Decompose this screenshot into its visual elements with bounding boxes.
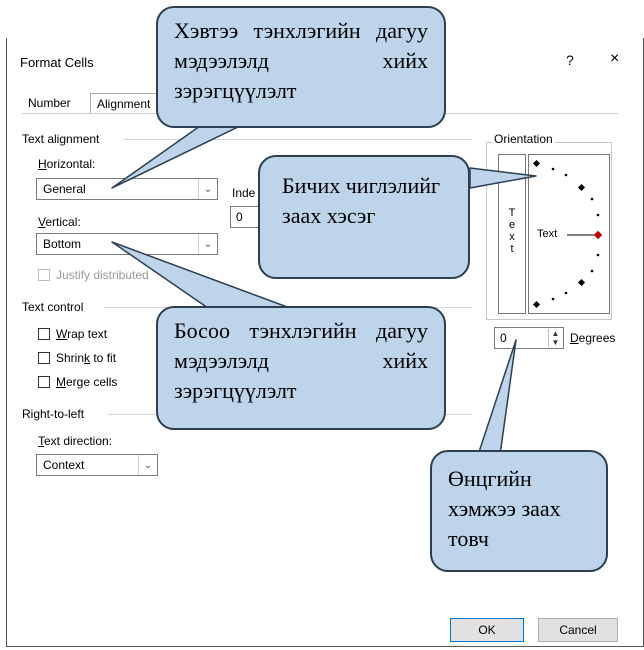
callout-horizontal-alignment: Хэвтээ тэнхлэгийн дагуу мэдээлэлд хийх з… bbox=[156, 6, 446, 128]
callout-pointer-direction bbox=[469, 167, 537, 189]
callout-text-direction: Бичих чиглэлийг заах хэсэг bbox=[258, 155, 470, 279]
callout-degrees: Өнцгийн хэмжээ заах товч bbox=[430, 450, 608, 572]
callout-vertical-alignment: Босоо тэнхлэгийн дагуу мэдээлэлд хийх зэ… bbox=[156, 306, 446, 430]
callout-pointer-degrees bbox=[477, 339, 517, 456]
callout-pointer-horizontal bbox=[111, 125, 241, 189]
